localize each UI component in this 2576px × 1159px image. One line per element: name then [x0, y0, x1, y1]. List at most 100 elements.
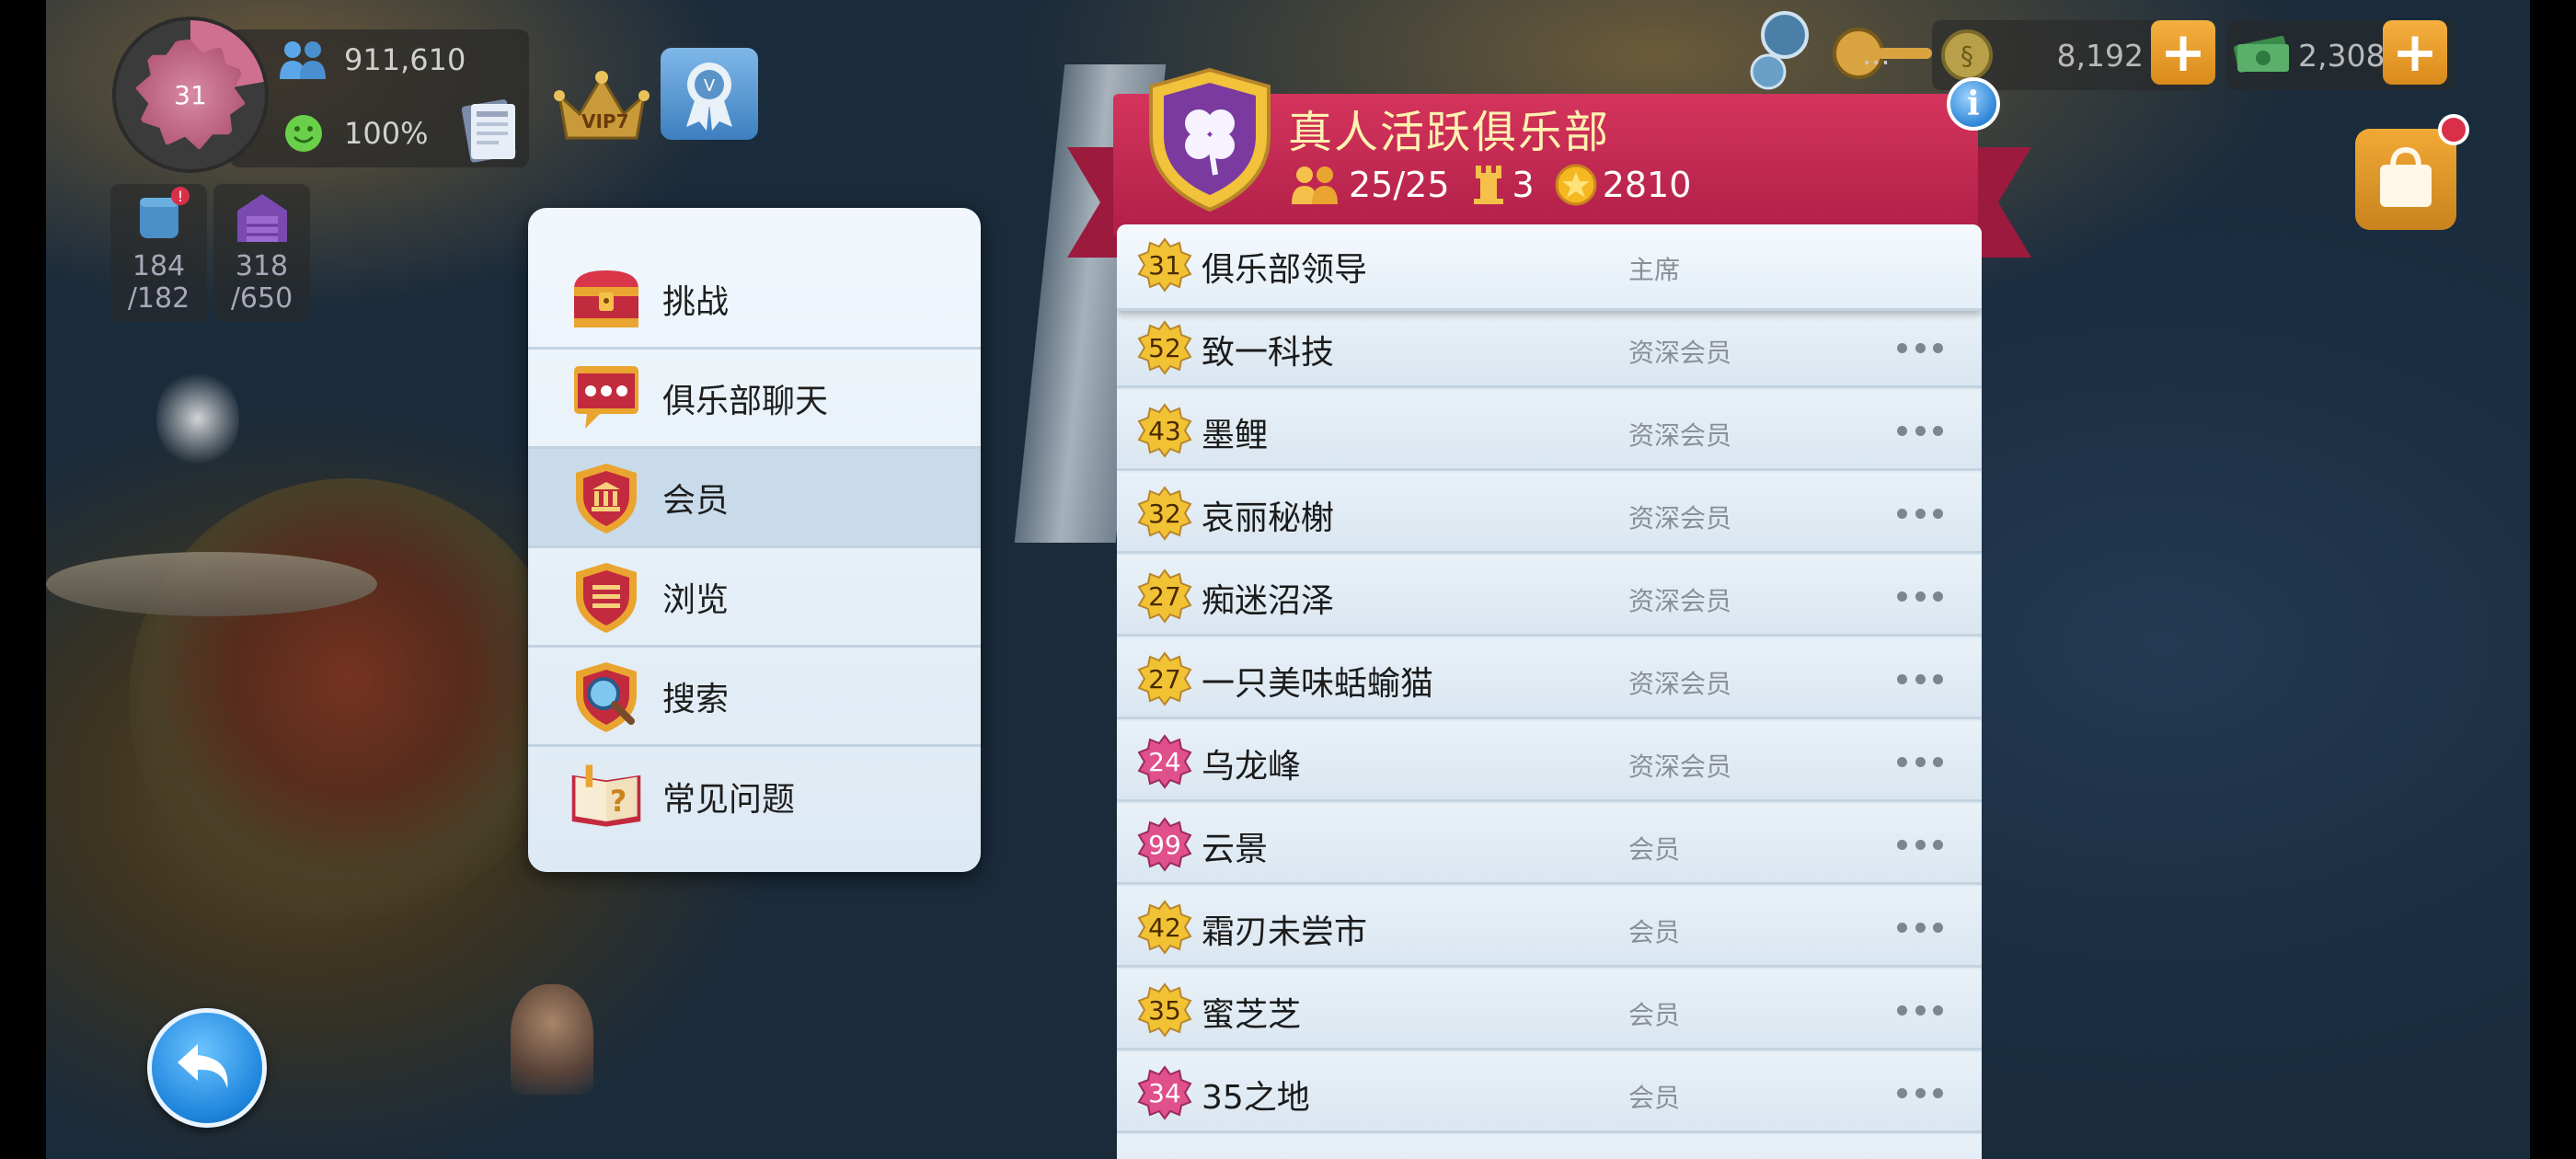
more-events[interactable]: ... — [1862, 37, 1891, 72]
more-options-icon[interactable] — [1897, 581, 1943, 611]
member-role: 会员 — [1628, 1000, 1681, 1030]
event-icons[interactable] — [1748, 7, 1950, 90]
member-row[interactable]: 34 35之地 会员 — [1117, 1052, 1982, 1133]
menu-item-browse[interactable]: 浏览 — [528, 548, 981, 648]
club-menu: 挑战 俱乐部聊天 会员 浏览 搜索 ? 常见问题 — [528, 208, 981, 872]
simcash-value: 2,308 — [2298, 37, 2386, 74]
blimp — [46, 552, 377, 616]
member-row[interactable]: 42 霜刃未尝市 会员 — [1117, 887, 1982, 968]
vip-button[interactable]: VIP7 — [548, 57, 655, 153]
member-row[interactable]: 52 致一科技 资深会员 — [1117, 307, 1982, 388]
member-name: 一只美味蛞蝓猫 — [1202, 665, 1434, 703]
member-role: 会员 — [1628, 1083, 1681, 1113]
member-role: 资深会员 — [1628, 338, 1732, 368]
achievements-button[interactable]: V — [661, 48, 758, 140]
club-name: 真人活跃俱乐部 — [1288, 107, 1611, 158]
storage-water-value: 184 — [132, 250, 186, 282]
tower-icon — [1470, 164, 1507, 206]
menu-item-club-chat[interactable]: 俱乐部聊天 — [528, 350, 981, 449]
menu-item-faq[interactable]: ? 常见问题 — [528, 747, 981, 846]
member-row[interactable]: 27 一只美味蛞蝓猫 资深会员 — [1117, 638, 1982, 719]
storage-warehouse-value: 318 — [235, 250, 289, 282]
menu-item-members[interactable]: 会员 — [528, 449, 981, 548]
menu-item-challenge[interactable]: 挑战 — [528, 250, 981, 350]
simcash-bills-icon — [2230, 29, 2294, 88]
more-options-icon[interactable] — [1897, 1078, 1943, 1107]
member-name: 霜刃未尝市 — [1202, 913, 1368, 951]
member-row[interactable]: 31 俱乐部领导 主席 — [1117, 224, 1982, 311]
svg-text:§: § — [1961, 40, 1973, 71]
member-row-partial[interactable] — [1117, 1135, 1982, 1159]
club-members-value: 25/25 — [1349, 165, 1450, 205]
more-options-icon[interactable] — [1897, 830, 1943, 859]
member-row[interactable]: 32 哀丽秘榭 资深会员 — [1117, 473, 1982, 554]
notification-dot — [2438, 114, 2469, 145]
member-role: 主席 — [1628, 255, 1681, 285]
more-options-icon[interactable] — [1897, 499, 1943, 528]
member-role: 会员 — [1628, 917, 1681, 947]
level-badge: 43 — [1137, 403, 1192, 458]
storage-water[interactable]: ! 184 /182 — [110, 184, 207, 322]
level-badge: 24 — [1137, 734, 1192, 789]
member-row[interactable]: 35 蜜芝芝 会员 — [1117, 970, 1982, 1050]
svg-text:?: ? — [610, 786, 627, 819]
member-level: 52 — [1148, 332, 1181, 363]
clover-shield-icon — [1149, 67, 1271, 212]
info-button[interactable]: i — [1947, 77, 2000, 131]
member-row[interactable]: 99 云景 会员 — [1117, 804, 1982, 885]
magnifier-icon — [569, 659, 644, 734]
more-options-icon[interactable] — [1897, 995, 1943, 1025]
vip-crown-icon — [554, 71, 650, 140]
member-list[interactable]: 31 俱乐部领导 主席 52 致一科技 资深会员 43 墨鲤 资深会员 32 哀丽秘榭 资深会员 27 痴… — [1117, 224, 1982, 1159]
member-level: 31 — [1148, 249, 1181, 281]
back-button[interactable] — [147, 1008, 267, 1128]
menu-item-label: 挑战 — [662, 282, 730, 321]
level-badge: 31 — [1137, 237, 1192, 293]
level-badge: 42 — [1137, 900, 1192, 955]
storage-warehouse[interactable]: 318 /650 — [213, 184, 310, 322]
more-options-icon[interactable] — [1897, 416, 1943, 445]
level-indicator[interactable]: 31 — [112, 17, 269, 173]
member-level: 24 — [1148, 746, 1181, 777]
club-stats: 25/25 3 2810 — [1288, 164, 1711, 206]
more-options-icon[interactable] — [1897, 664, 1943, 694]
vip-label: VIP7 — [581, 110, 629, 132]
club-points-stat: 2810 — [1555, 164, 1691, 206]
more-options-icon[interactable] — [1897, 747, 1943, 776]
newspaper-button[interactable] — [453, 88, 528, 171]
svg-text:V: V — [704, 76, 716, 96]
info-icon: i — [1967, 85, 1980, 123]
award-ribbon-icon: V — [686, 63, 732, 131]
volcano-island — [129, 478, 570, 920]
club-wars-value: 3 — [1512, 165, 1535, 205]
member-row[interactable]: 27 痴迷沼泽 资深会员 — [1117, 556, 1982, 637]
level-badge: 32 — [1137, 486, 1192, 541]
club-emblem[interactable] — [1145, 66, 1274, 213]
population-stat[interactable]: 911,610 — [276, 37, 466, 83]
member-row[interactable]: 24 乌龙峰 资深会员 — [1117, 721, 1982, 802]
shop-button[interactable] — [2355, 129, 2456, 230]
menu-item-search[interactable]: 搜索 — [528, 648, 981, 747]
member-role: 资深会员 — [1628, 503, 1732, 534]
smoke — [156, 368, 239, 469]
event-badges-icon — [1750, 11, 1932, 90]
members-icon — [1288, 164, 1343, 206]
plus-icon: + — [2391, 20, 2439, 85]
add-simoleons-button[interactable]: + — [2151, 20, 2215, 85]
add-simcash-button[interactable]: + — [2383, 20, 2447, 85]
happiness-stat[interactable]: 100% — [276, 110, 428, 156]
member-name: 蜜芝芝 — [1202, 996, 1302, 1034]
left-letterbox — [0, 0, 46, 1159]
member-name: 乌龙峰 — [1202, 748, 1302, 786]
more-options-icon[interactable] — [1897, 333, 1943, 362]
star-coin-icon — [1555, 164, 1597, 206]
member-name: 35之地 — [1202, 1079, 1310, 1117]
more-options-icon[interactable] — [1897, 912, 1943, 942]
storage-water-max: /182 — [127, 282, 190, 315]
smiley-icon — [276, 110, 331, 156]
level-value: 31 — [135, 40, 246, 150]
member-role: 资深会员 — [1628, 752, 1732, 782]
member-row[interactable]: 43 墨鲤 资深会员 — [1117, 390, 1982, 471]
level-badge: 27 — [1137, 568, 1192, 624]
storage-warehouse-max: /650 — [230, 282, 293, 315]
